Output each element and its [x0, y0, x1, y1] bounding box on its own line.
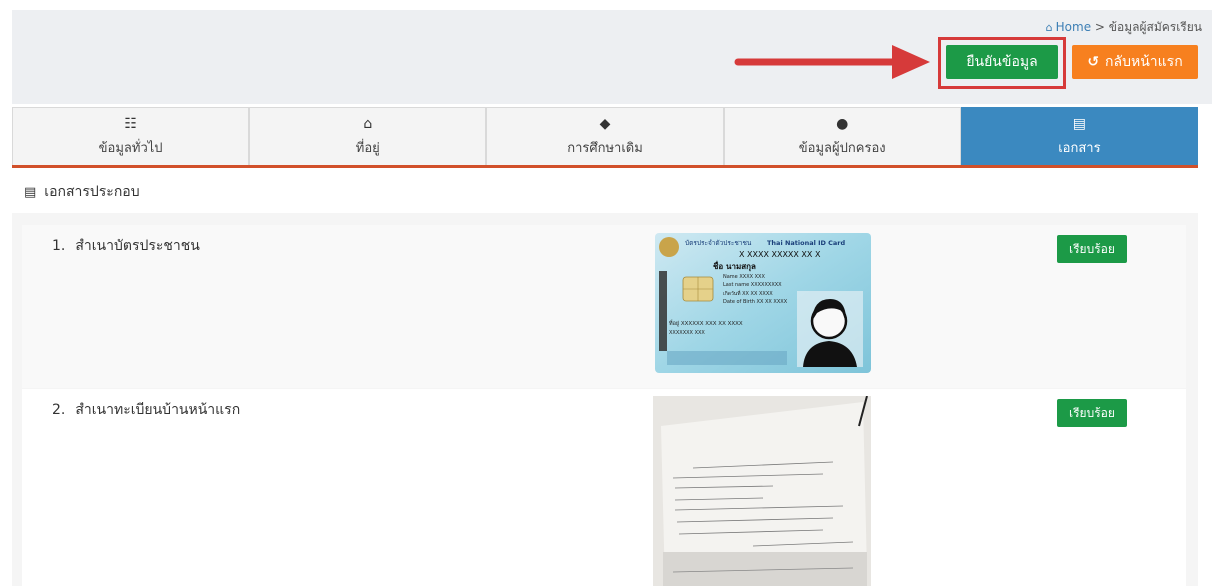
tab-label: ที่อยู่ — [355, 141, 380, 156]
tab-address[interactable]: ⌂ ที่อยู่ — [249, 107, 487, 165]
section-title: ▤ เอกสารประกอบ — [12, 171, 1198, 213]
card-name-en: Name XXXX XXX — [723, 274, 765, 280]
tab-bar: ☷ ข้อมูลทั่วไป ⌂ ที่อยู่ ◆ การศึกษาเดิม … — [12, 107, 1199, 168]
confirm-button-label: ยืนยันข้อมูล — [966, 54, 1038, 70]
breadcrumb-current: ข้อมูลผู้สมัครเรียน — [1108, 20, 1202, 34]
card-address2: XXXXXXX XXX — [669, 330, 705, 336]
section-title-text: เอกสารประกอบ — [44, 184, 140, 200]
tab-guardian[interactable]: ● ข้อมูลผู้ปกครอง — [723, 107, 961, 165]
list-item: 2. สำเนาทะเบียนบ้านหน้าแรก เรียบร้อย — [22, 389, 1186, 586]
card-id-number: X XXXX XXXXX XX X — [739, 250, 821, 259]
red-arrow-annotation — [734, 45, 930, 79]
undo-icon: ↺ — [1087, 54, 1100, 70]
back-home-button[interactable]: ↺ กลับหน้าแรก — [1072, 45, 1198, 79]
card-lastname-en: Last name XXXXXXXXX — [723, 282, 782, 288]
id-card-image[interactable]: บัตรประจำตัวประชาชน Thai National ID Car… — [655, 233, 871, 373]
card-address: ที่อยู่ XXXXXX XXX XX XXXX — [669, 319, 743, 327]
book-icon: ▤ — [24, 185, 37, 200]
breadcrumb-separator: > — [1094, 20, 1105, 34]
list-icon: ☷ — [124, 116, 137, 132]
tab-label: ข้อมูลผู้ปกครอง — [798, 141, 886, 156]
breadcrumb: ⌂ Home > ข้อมูลผู้สมัครเรียน — [1046, 18, 1202, 37]
card-title-th: บัตรประจำตัวประชาชน — [685, 239, 752, 247]
document-label: 1. สำเนาบัตรประชาชน — [52, 235, 200, 257]
document-label: 2. สำเนาทะเบียนบ้านหน้าแรก — [52, 399, 240, 421]
user-icon: ● — [836, 116, 849, 132]
tab-general-info[interactable]: ☷ ข้อมูลทั่วไป — [12, 107, 250, 165]
tab-documents[interactable]: ▤ เอกสาร — [960, 107, 1199, 165]
card-name: ชื่อ นามสกุล — [713, 260, 756, 272]
list-item: 1. สำเนาบัตรประชาชน บัตรประจำตัวประชาชน T… — [22, 225, 1186, 388]
breadcrumb-home-link[interactable]: Home — [1056, 20, 1091, 34]
graduation-cap-icon: ◆ — [599, 116, 611, 132]
back-home-label: กลับหน้าแรก — [1105, 54, 1183, 70]
tab-education[interactable]: ◆ การศึกษาเดิม — [486, 107, 724, 165]
home-icon[interactable]: ⌂ — [1046, 21, 1053, 34]
document-number: 2. — [52, 402, 66, 418]
house-registration-image[interactable] — [653, 396, 871, 586]
tab-label: ข้อมูลทั่วไป — [98, 141, 163, 156]
card-dob-th: เกิดวันที่ XX XX XXXX — [723, 290, 773, 297]
tab-label: เอกสาร — [1058, 141, 1101, 156]
card-dob-en: Date of Birth XX XX XXXX — [723, 299, 788, 305]
status-badge: เรียบร้อย — [1057, 235, 1127, 263]
tab-label: การศึกษาเดิม — [567, 141, 643, 156]
page-edge — [0, 0, 12, 586]
document-number: 1. — [52, 238, 66, 254]
document-name: สำเนาบัตรประชาชน — [75, 238, 200, 254]
confirm-button[interactable]: ยืนยันข้อมูล — [946, 45, 1058, 79]
book-icon: ▤ — [1072, 116, 1087, 132]
emblem-icon — [659, 237, 679, 257]
document-name: สำเนาทะเบียนบ้านหน้าแรก — [75, 402, 241, 418]
status-badge: เรียบร้อย — [1057, 399, 1127, 427]
card-title-en: Thai National ID Card — [767, 239, 846, 247]
bank-icon: ⌂ — [363, 116, 373, 132]
